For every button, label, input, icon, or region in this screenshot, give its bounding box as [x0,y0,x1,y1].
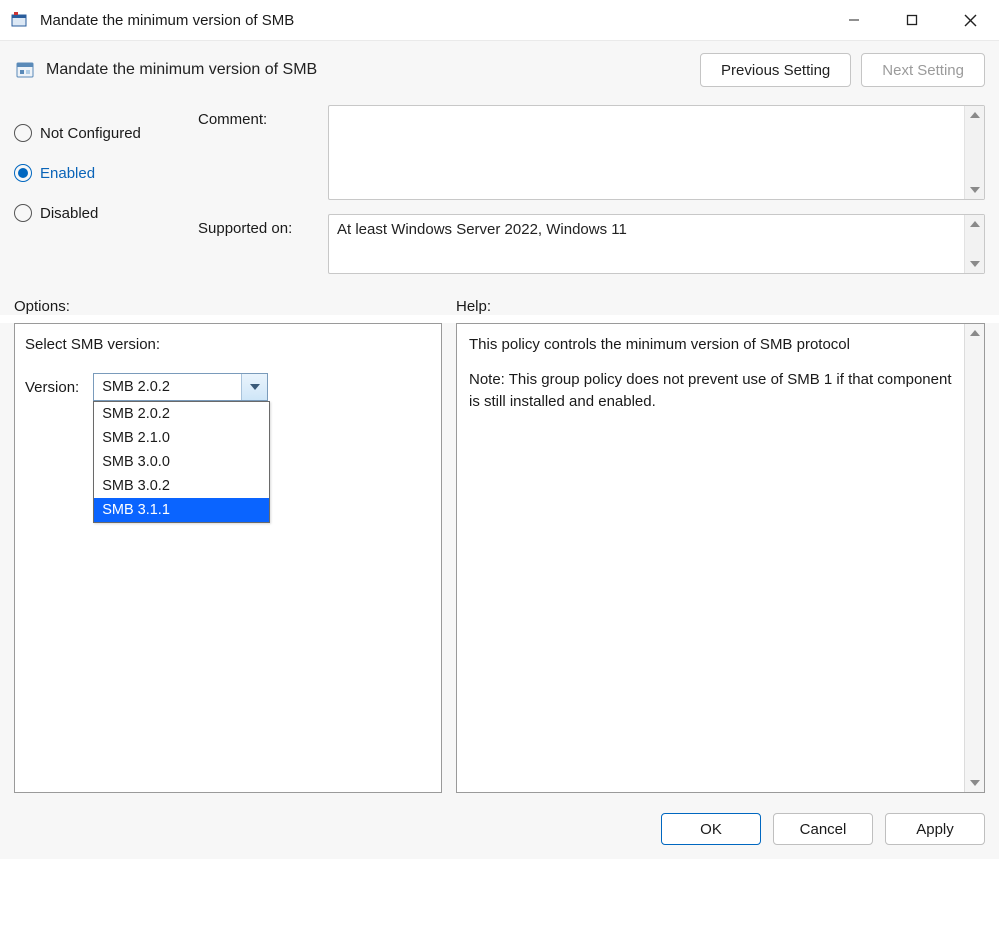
scroll-down-icon[interactable] [965,255,984,273]
version-combobox[interactable]: SMB 2.0.2 SMB 2.0.2 SMB 2.1.0 SMB 3.0.0 … [93,373,268,401]
radio-label: Not Configured [40,125,141,142]
radio-not-configured[interactable]: Not Configured [14,113,184,153]
chevron-down-icon[interactable] [241,374,267,400]
minimize-button[interactable] [825,0,883,40]
help-paragraph: Note: This group policy does not prevent… [469,369,952,414]
radio-label: Disabled [40,205,98,222]
options-section-label: Options: [14,298,442,315]
version-selected: SMB 2.0.2 [94,379,241,395]
ok-button[interactable]: OK [661,813,761,845]
radio-icon [14,164,32,182]
app-icon [10,10,30,30]
version-option[interactable]: SMB 2.0.2 [94,402,269,426]
radio-disabled[interactable]: Disabled [14,193,184,233]
policy-title: Mandate the minimum version of SMB [46,61,317,79]
comment-label: Comment: [198,105,328,128]
help-section-label: Help: [456,298,985,315]
apply-button[interactable]: Apply [885,813,985,845]
scroll-down-icon[interactable] [965,774,984,792]
version-option[interactable]: SMB 2.1.0 [94,426,269,450]
policy-header: Mandate the minimum version of SMB Previ… [0,40,999,97]
scroll-up-icon[interactable] [965,106,984,124]
window-title: Mandate the minimum version of SMB [40,12,294,29]
version-option[interactable]: SMB 3.0.0 [94,450,269,474]
previous-setting-button[interactable]: Previous Setting [700,53,851,87]
version-option[interactable]: SMB 3.1.1 [94,498,269,522]
version-option[interactable]: SMB 3.0.2 [94,474,269,498]
policy-body: Not Configured Enabled Disabled Comment: [0,97,999,315]
titlebar: Mandate the minimum version of SMB [0,0,999,40]
comment-value [329,106,964,199]
supported-on-value: At least Windows Server 2022, Windows 11 [329,215,964,273]
scroll-up-icon[interactable] [965,215,984,233]
radio-icon [14,124,32,142]
radio-label: Enabled [40,165,95,182]
cancel-button[interactable]: Cancel [773,813,873,845]
policy-icon [14,59,36,81]
options-title: Select SMB version: [25,336,431,353]
close-button[interactable] [941,0,999,40]
version-dropdown: SMB 2.0.2 SMB 2.1.0 SMB 3.0.0 SMB 3.0.2 … [93,401,270,523]
scrollbar[interactable] [964,106,984,199]
radio-enabled[interactable]: Enabled [14,153,184,193]
radio-icon [14,204,32,222]
next-setting-button[interactable]: Next Setting [861,53,985,87]
help-content: This policy controls the minimum version… [457,324,964,792]
version-label: Version: [25,379,79,396]
scroll-up-icon[interactable] [965,324,984,342]
dialog-footer: OK Cancel Apply [0,805,999,859]
maximize-button[interactable] [883,0,941,40]
help-panel: This policy controls the minimum version… [456,323,985,793]
supported-on-label: Supported on: [198,214,328,237]
state-radio-group: Not Configured Enabled Disabled [14,105,184,233]
scrollbar[interactable] [964,324,984,792]
options-panel: Select SMB version: Version: SMB 2.0.2 S… [14,323,442,793]
comment-textarea[interactable] [328,105,985,200]
help-paragraph: This policy controls the minimum version… [469,334,952,357]
supported-on-textarea: At least Windows Server 2022, Windows 11 [328,214,985,274]
scroll-down-icon[interactable] [965,181,984,199]
scrollbar[interactable] [964,215,984,273]
